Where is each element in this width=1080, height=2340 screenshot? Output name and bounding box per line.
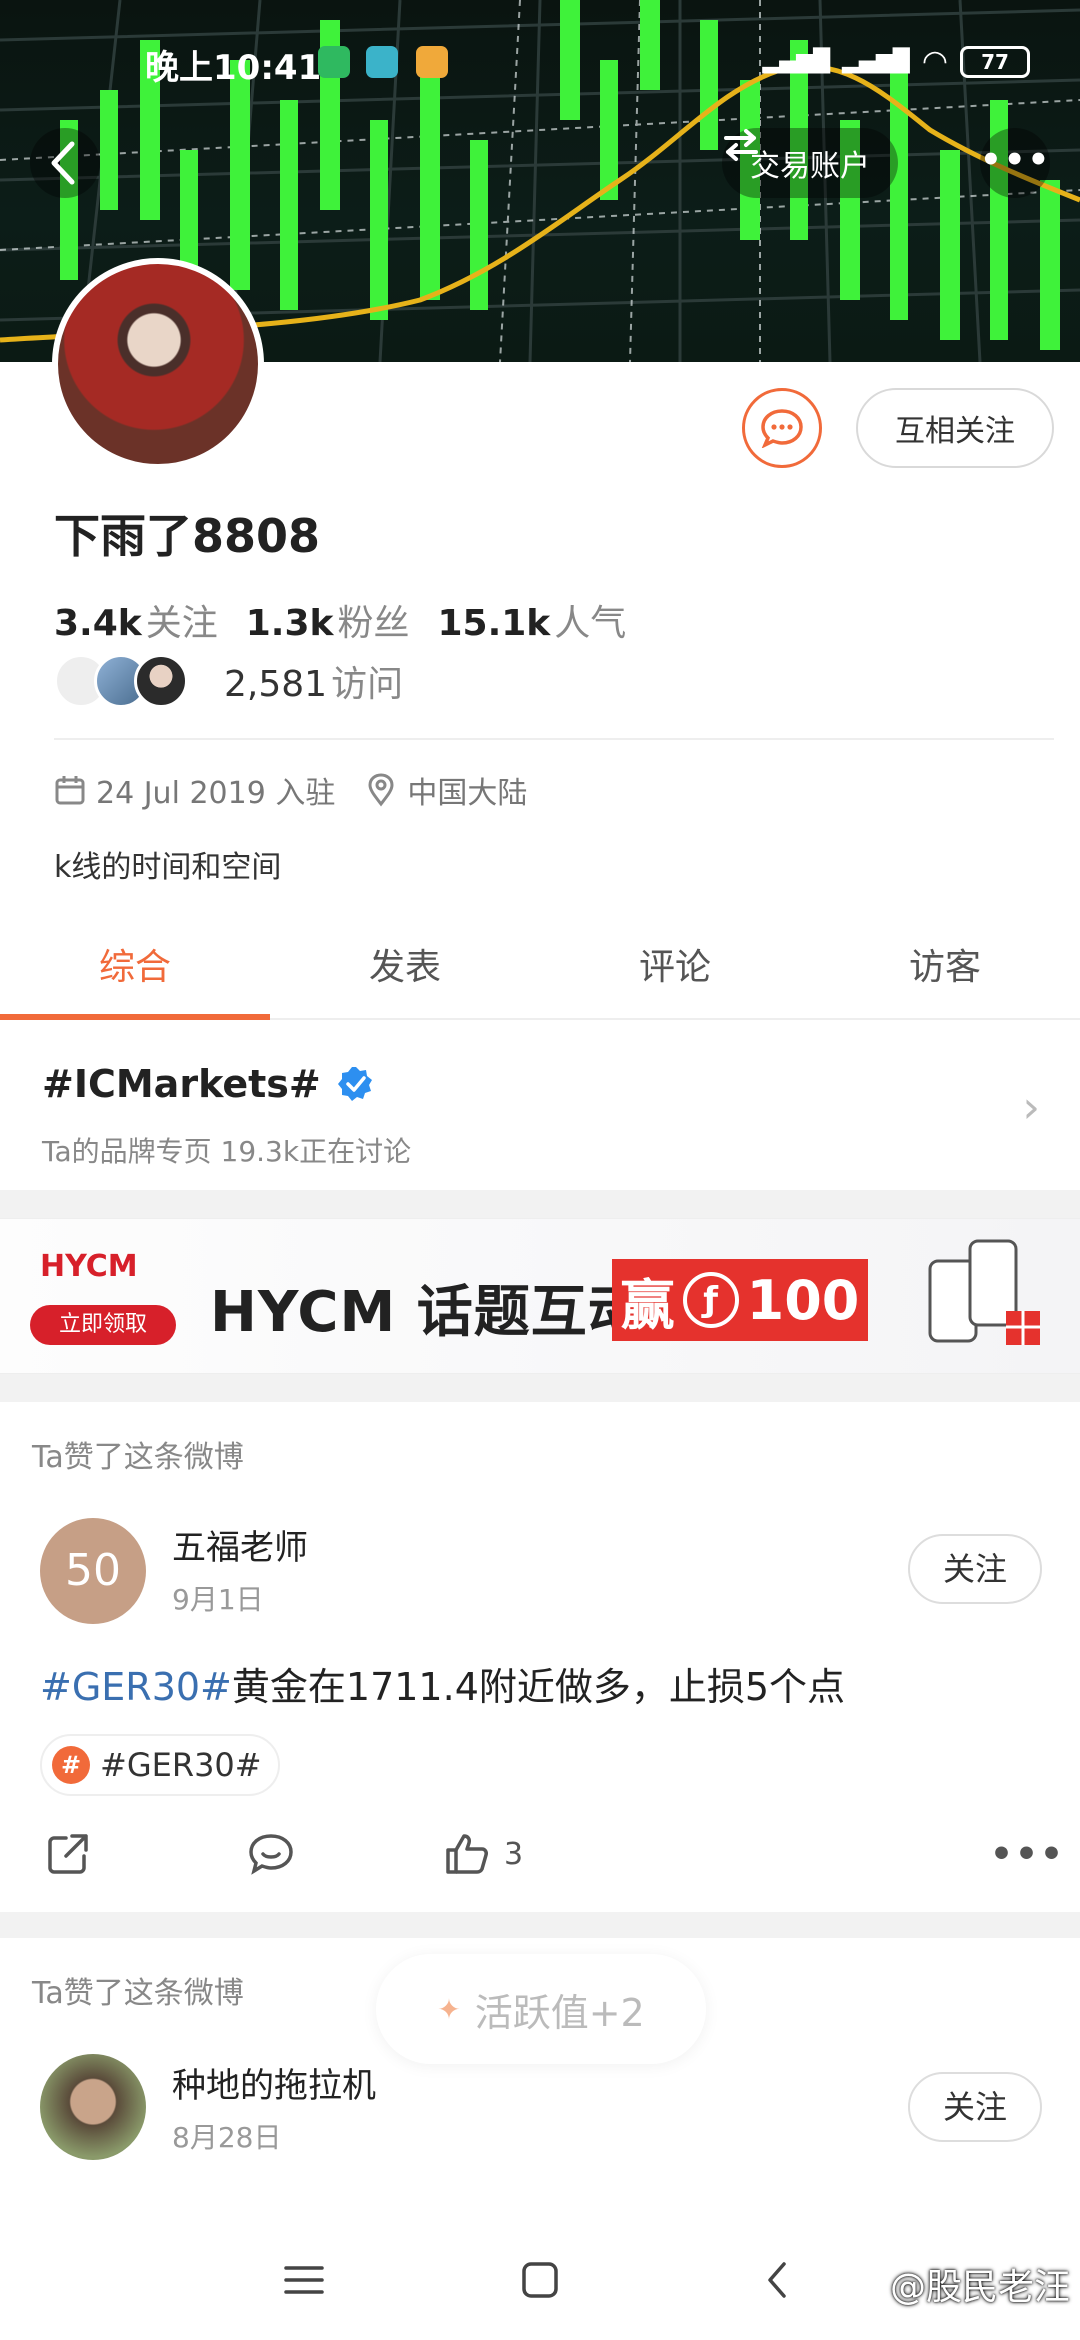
swap-arrows-icon	[724, 129, 758, 161]
post-actions: 3 •••	[0, 1824, 1080, 1884]
stat-popularity[interactable]: 15.1k 人气	[437, 594, 626, 646]
chevron-left-icon	[51, 141, 75, 185]
status-time: 晚上10:41	[145, 48, 322, 88]
activity-toast-text: 活跃值+2	[474, 1990, 645, 2035]
post-hashtag-link[interactable]: #GER30#	[40, 1665, 232, 1709]
home-button[interactable]	[510, 2250, 570, 2310]
calendar-icon	[55, 776, 85, 805]
topic-tag-label: #GER30#	[100, 1746, 262, 1784]
mutual-follow-button[interactable]: 互相关注	[856, 388, 1054, 468]
activity-toast: ✦ 活跃值+2	[376, 1954, 706, 2064]
status-bar: 晚上10:41 ▂▄▆█ ▂▄▆█ ◠ 77	[0, 40, 1080, 90]
tab-posts[interactable]: 发表	[270, 928, 540, 1018]
visitors-row[interactable]: 2,581 访问	[54, 654, 403, 708]
visits-count: 2,581	[224, 664, 328, 705]
stat-following[interactable]: 3.4k 关注	[54, 594, 218, 646]
chevron-left-icon	[768, 2262, 786, 2298]
phone-app-icon	[318, 46, 350, 78]
ad-logo: HYCM	[40, 1249, 138, 1284]
ad-banner[interactable]: HYCM 立即领取 HYCM 话题互动 赢 ƒ 100	[0, 1218, 1080, 1374]
tab-comments[interactable]: 评论	[540, 928, 810, 1018]
user-avatar[interactable]	[52, 258, 264, 470]
watermark: @股民老汪	[889, 2267, 1070, 2308]
profile-username: 下雨了8808	[54, 509, 321, 563]
back-button[interactable]	[30, 128, 100, 198]
post-more-button[interactable]: •••	[990, 1824, 1065, 1884]
navigation-app-icon	[366, 46, 398, 78]
profile-tabs: 综合 发表 评论 访客	[0, 928, 1080, 1020]
battery-icon: 77	[960, 45, 1030, 78]
menu-button[interactable]	[274, 2250, 334, 2310]
ad-reward-badge: 赢 ƒ 100	[612, 1259, 868, 1341]
section-gap	[0, 1374, 1080, 1402]
location: 中国大陆	[407, 776, 528, 811]
more-dots-icon: •••	[990, 1833, 1066, 1875]
section-gap	[0, 1190, 1080, 1218]
section-gap	[0, 1912, 1080, 1938]
location-pin-icon	[368, 773, 394, 807]
share-icon	[48, 1834, 88, 1874]
thumbs-up-icon	[446, 1834, 488, 1874]
post-author-avatar[interactable]: 50	[40, 1518, 146, 1624]
signal-icon-2: ▂▄▆█	[842, 49, 910, 74]
comment-button[interactable]	[248, 1824, 294, 1884]
message-button[interactable]	[742, 388, 822, 468]
post-like-label: Ta赞了这条微博	[32, 1440, 244, 1475]
system-back-button[interactable]	[748, 2250, 808, 2310]
profile-stats: 3.4k 关注 1.3k 粉丝 15.1k 人气	[54, 594, 626, 646]
brand-page-row[interactable]: #ICMarkets# Ta的品牌专页 19.3k正在讨论 ›	[0, 1022, 1080, 1190]
hashtag-icon: #	[52, 1746, 90, 1784]
phones-gift-icon	[928, 1239, 1040, 1345]
visits-label: 访问	[331, 664, 404, 705]
divider	[54, 738, 1054, 740]
trading-account-label: 交易账户	[750, 149, 870, 184]
visitor-avatar	[134, 654, 188, 708]
coin-icon: ƒ	[682, 1272, 739, 1328]
post-author-name[interactable]: 种地的拖拉机	[172, 2058, 376, 2107]
comment-icon	[249, 1834, 293, 1875]
ad-headline: HYCM 话题互动	[210, 1280, 645, 1345]
signal-icon: ▂▄▆█	[762, 49, 831, 74]
sparkle-icon: ✦	[437, 1992, 461, 2026]
tab-overview[interactable]: 综合	[0, 928, 270, 1020]
follow-button[interactable]: 关注	[908, 1534, 1042, 1604]
post-text: #GER30#黄金在1711.4附近做多，止损5个点	[40, 1665, 846, 1709]
topic-tag[interactable]: # #GER30#	[40, 1734, 280, 1796]
follow-button[interactable]: 关注	[908, 2072, 1042, 2142]
post-author-avatar[interactable]	[40, 2054, 146, 2160]
more-dots-icon: •••	[980, 140, 1052, 180]
post-author-name[interactable]: 五福老师	[172, 1520, 308, 1569]
share-button[interactable]	[46, 1824, 90, 1884]
profile-bio: k线的时间和空间	[54, 850, 282, 885]
post-date: 8月28日	[172, 2121, 282, 2154]
more-options-button[interactable]: •••	[980, 128, 1050, 198]
tab-visitors[interactable]: 访客	[810, 928, 1080, 1018]
post-date: 9月1日	[172, 1583, 264, 1616]
home-square-icon	[522, 2262, 558, 2298]
wifi-icon: ◠	[921, 44, 948, 79]
chevron-right-icon: ›	[1022, 1082, 1040, 1133]
stat-followers[interactable]: 1.3k 粉丝	[246, 594, 410, 646]
brand-title: #ICMarkets#	[42, 1062, 321, 1106]
trading-account-button[interactable]: 交易账户	[722, 128, 898, 198]
menu-icon	[284, 2266, 324, 2294]
verified-badge-icon	[337, 1067, 372, 1101]
join-date: 24 Jul 2019 入驻	[96, 776, 336, 811]
chat-bubble-icon	[761, 409, 803, 448]
profile-meta: 24 Jul 2019 入驻 中国大陆	[54, 768, 527, 812]
ad-claim-button[interactable]: 立即领取	[30, 1305, 176, 1345]
post-like-label: Ta赞了这条微博	[32, 1976, 244, 2011]
like-count: 3	[504, 1836, 524, 1872]
brand-subtitle: Ta的品牌专页 19.3k正在讨论	[42, 1135, 412, 1168]
message-app-icon	[416, 46, 448, 78]
like-button[interactable]: 3	[444, 1824, 523, 1884]
